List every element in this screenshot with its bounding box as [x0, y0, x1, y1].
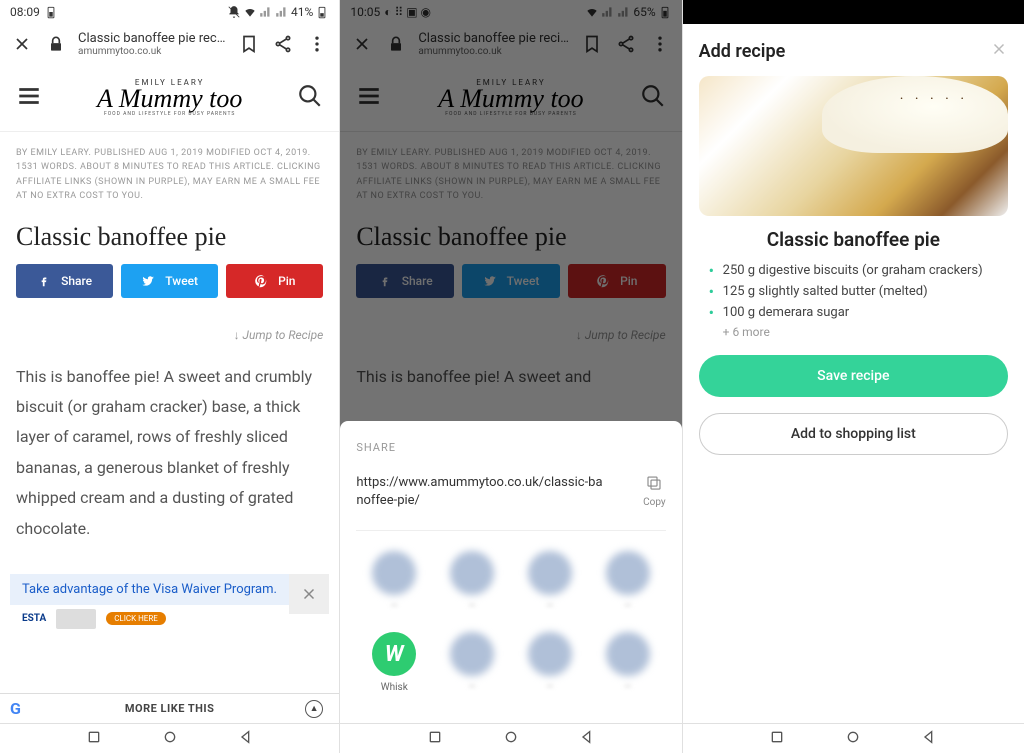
- copy-button[interactable]: Copy: [643, 474, 666, 508]
- share-icon[interactable]: [271, 34, 295, 54]
- battery-icon: [315, 5, 329, 19]
- nav-home-icon[interactable]: [845, 729, 861, 749]
- modal-title: Add recipe: [699, 41, 786, 62]
- app-icon: [606, 632, 650, 676]
- bookmark-icon[interactable]: [237, 34, 261, 54]
- share-target-contact3[interactable]: —: [516, 551, 584, 612]
- share-target-gmail[interactable]: —: [516, 632, 584, 693]
- ingredient-list: 250 g digestive biscuits (or graham crac…: [699, 261, 1008, 323]
- nav-recent-icon[interactable]: [427, 729, 443, 749]
- nav-home-icon[interactable]: [162, 729, 178, 749]
- app-label: —: [546, 601, 554, 612]
- share-url[interactable]: https://www.amummytoo.co.uk/classic-bano…: [356, 474, 606, 510]
- phone-1: 08:09 41% Classic banoffee pie reci… amu…: [0, 0, 339, 753]
- close-icon[interactable]: [990, 40, 1008, 62]
- page-title: Classic banoffee pie reci…: [78, 31, 227, 46]
- page-domain: amummytoo.co.uk: [78, 46, 227, 57]
- app-icon: [528, 551, 572, 595]
- app-label: —: [468, 601, 476, 612]
- nav-recent-icon[interactable]: [769, 729, 785, 749]
- add-to-shopping-list-button[interactable]: Add to shopping list: [699, 413, 1008, 455]
- app-label: —: [624, 601, 632, 612]
- save-recipe-button[interactable]: Save recipe: [699, 355, 1008, 397]
- status-time: 08:09: [10, 5, 40, 19]
- signal-icon: [275, 5, 289, 19]
- share-row: Share Tweet Pin: [0, 264, 339, 308]
- chevron-up-icon: ▲: [305, 700, 323, 718]
- ingredients-more[interactable]: + 6 more: [699, 325, 1008, 339]
- battery-pct: 41%: [291, 5, 313, 19]
- blog-header: EMILY LEARY A Mummy too FOOD AND LIFESTY…: [0, 64, 339, 132]
- ingredient-item: 100 g demerara sugar: [709, 303, 998, 324]
- hamburger-icon[interactable]: [16, 83, 42, 113]
- ad-banner[interactable]: Take advantage of the Visa Waiver Progra…: [10, 574, 329, 633]
- search-icon[interactable]: [297, 83, 323, 113]
- post-title: Classic banoffee pie: [0, 218, 339, 264]
- jump-to-recipe-link[interactable]: ↓ Jump to Recipe: [0, 308, 339, 352]
- nav-back-icon[interactable]: [238, 729, 254, 749]
- app-label: —: [390, 601, 398, 612]
- lock-icon: [44, 34, 68, 54]
- app-label: —: [546, 682, 554, 693]
- post-meta: BY EMILY LEARY. PUBLISHED AUG 1, 2019 MO…: [0, 132, 339, 218]
- bell-off-icon: [227, 5, 241, 19]
- android-nav-bar: [683, 723, 1024, 753]
- blog-logo[interactable]: EMILY LEARY A Mummy too FOOD AND LIFESTY…: [97, 78, 242, 116]
- share-app-grid: — — — — W Whisk — — —: [356, 531, 665, 713]
- share-pinterest-button[interactable]: Pin: [226, 264, 323, 298]
- share-target-slack[interactable]: —: [438, 632, 506, 693]
- app-label: Whisk: [381, 682, 408, 693]
- share-twitter-button[interactable]: Tweet: [121, 264, 218, 298]
- app-icon: [528, 632, 572, 676]
- page-title-area[interactable]: Classic banoffee pie reci… amummytoo.co.…: [78, 31, 227, 57]
- signal-icon: [259, 5, 273, 19]
- app-icon: [450, 551, 494, 595]
- ingredient-item: 125 g slightly salted butter (melted): [709, 282, 998, 303]
- share-target-contact1[interactable]: —: [360, 551, 428, 612]
- phone-3: Add recipe Classic banoffee pie 250 g di…: [683, 0, 1024, 753]
- recipe-hero-image: [699, 76, 1008, 216]
- ad-close-button[interactable]: [289, 574, 329, 614]
- share-target-contact2[interactable]: —: [438, 551, 506, 612]
- recipe-title: Classic banoffee pie: [699, 228, 1008, 251]
- share-target-contact4[interactable]: —: [594, 551, 662, 612]
- app-label: —: [624, 682, 632, 693]
- share-target-twitter[interactable]: —: [594, 632, 662, 693]
- more-like-this-bar[interactable]: G MORE LIKE THIS ▲: [0, 693, 339, 723]
- share-target-whisk[interactable]: W Whisk: [360, 632, 428, 693]
- app-icon: W: [372, 632, 416, 676]
- nav-back-icon[interactable]: [921, 729, 937, 749]
- browser-tab-bar: Classic banoffee pie reci… amummytoo.co.…: [0, 24, 339, 64]
- app-label: —: [468, 682, 476, 693]
- ingredient-item: 250 g digestive biscuits (or graham crac…: [709, 261, 998, 282]
- app-icon: [606, 551, 650, 595]
- google-icon: G: [10, 699, 21, 718]
- nav-back-icon[interactable]: [579, 729, 595, 749]
- add-recipe-modal: Add recipe Classic banoffee pie 250 g di…: [683, 24, 1024, 753]
- post-body: This is banoffee pie! A sweet and crumbl…: [0, 352, 339, 554]
- app-icon: [372, 551, 416, 595]
- share-facebook-button[interactable]: Share: [16, 264, 113, 298]
- close-tab-icon[interactable]: [10, 34, 34, 54]
- phone-2: 10:05 ◐ ⠿ ▣ ◉ 65% Classic banoffee pie r…: [340, 0, 681, 753]
- share-sheet-label: SHARE: [356, 441, 665, 454]
- battery-small-icon: [44, 5, 58, 19]
- nav-recent-icon[interactable]: [86, 729, 102, 749]
- status-bar: 08:09 41%: [0, 0, 339, 24]
- status-bar: [683, 0, 1024, 24]
- app-icon: [450, 632, 494, 676]
- nav-home-icon[interactable]: [503, 729, 519, 749]
- wifi-icon: [243, 5, 257, 19]
- android-nav-bar: [0, 723, 339, 753]
- share-sheet: SHARE https://www.amummytoo.co.uk/classi…: [340, 421, 681, 723]
- android-nav-bar: [340, 723, 681, 753]
- more-icon[interactable]: [305, 34, 329, 54]
